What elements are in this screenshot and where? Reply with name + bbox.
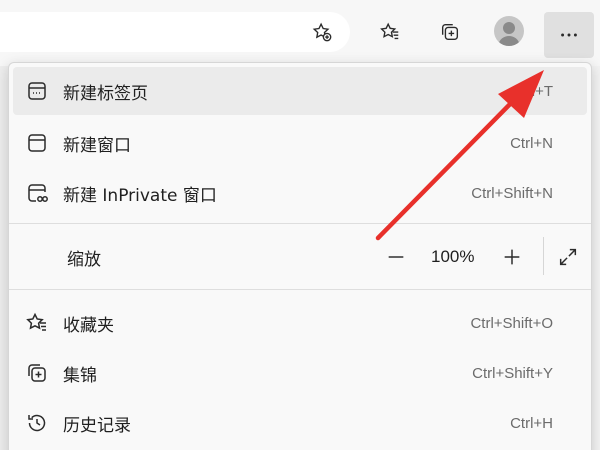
fullscreen-icon [559,248,577,266]
menu-separator [9,223,591,224]
collections-icon [25,361,49,385]
zoom-in-button[interactable] [497,242,527,272]
menu-item-shortcut: Ctrl+Shift+Y [472,364,553,382]
profile-avatar[interactable] [494,16,524,46]
menu-item-label: 历史记录 [63,415,131,436]
menu-item-shortcut: Ctrl+N [510,134,553,152]
favorite-add-icon[interactable] [306,16,338,48]
collections-icon[interactable] [434,16,466,48]
menu-separator [9,289,591,290]
zoom-value: 100% [431,247,475,266]
menu-item-new-window[interactable]: 新建窗口 Ctrl+N [13,119,587,167]
menu-item-label: 新建标签页 [63,83,148,104]
menu-item-collections[interactable]: 集锦 Ctrl+Shift+Y [13,349,587,397]
more-button[interactable] [544,12,594,58]
menu-item-label: 新建 InPrivate 窗口 [63,185,217,206]
browser-window: 新建标签页 Ctrl+T 新建窗口 Ctrl+N 新建 InPrivate 窗口… [0,0,600,450]
menu-item-label: 收藏夹 [63,315,114,336]
menu-item-favorites[interactable]: 收藏夹 Ctrl+Shift+O [13,299,587,347]
menu-item-shortcut: Ctrl+H [510,414,553,432]
favorites-icon[interactable] [374,16,406,48]
zoom-row: 缩放 100% [13,233,587,281]
new-window-icon [25,131,49,155]
history-icon [25,411,49,435]
menu-item-new-tab[interactable]: 新建标签页 Ctrl+T [13,67,587,115]
zoom-out-button[interactable] [381,242,411,272]
browser-toolbar [0,0,600,66]
zoom-label: 缩放 [67,249,101,270]
menu-item-shortcut: Ctrl+T [511,82,553,100]
more-icon [561,33,577,37]
menu-item-label: 新建窗口 [63,135,131,156]
page-behind-menu [0,66,8,450]
zoom-divider [543,237,544,275]
address-bar[interactable] [0,12,350,52]
menu-item-shortcut: Ctrl+Shift+O [470,314,553,332]
menu-item-label: 集锦 [63,365,97,386]
minus-icon [388,256,404,258]
settings-menu: 新建标签页 Ctrl+T 新建窗口 Ctrl+N 新建 InPrivate 窗口… [8,62,592,450]
menu-item-shortcut: Ctrl+Shift+N [471,184,553,202]
inprivate-window-icon [25,181,49,205]
new-tab-icon [25,79,49,103]
menu-item-new-inprivate-window[interactable]: 新建 InPrivate 窗口 Ctrl+Shift+N [13,169,587,217]
favorites-icon [25,311,49,335]
plus-icon [504,249,520,265]
menu-item-history[interactable]: 历史记录 Ctrl+H [13,399,587,447]
fullscreen-button[interactable] [553,242,583,272]
